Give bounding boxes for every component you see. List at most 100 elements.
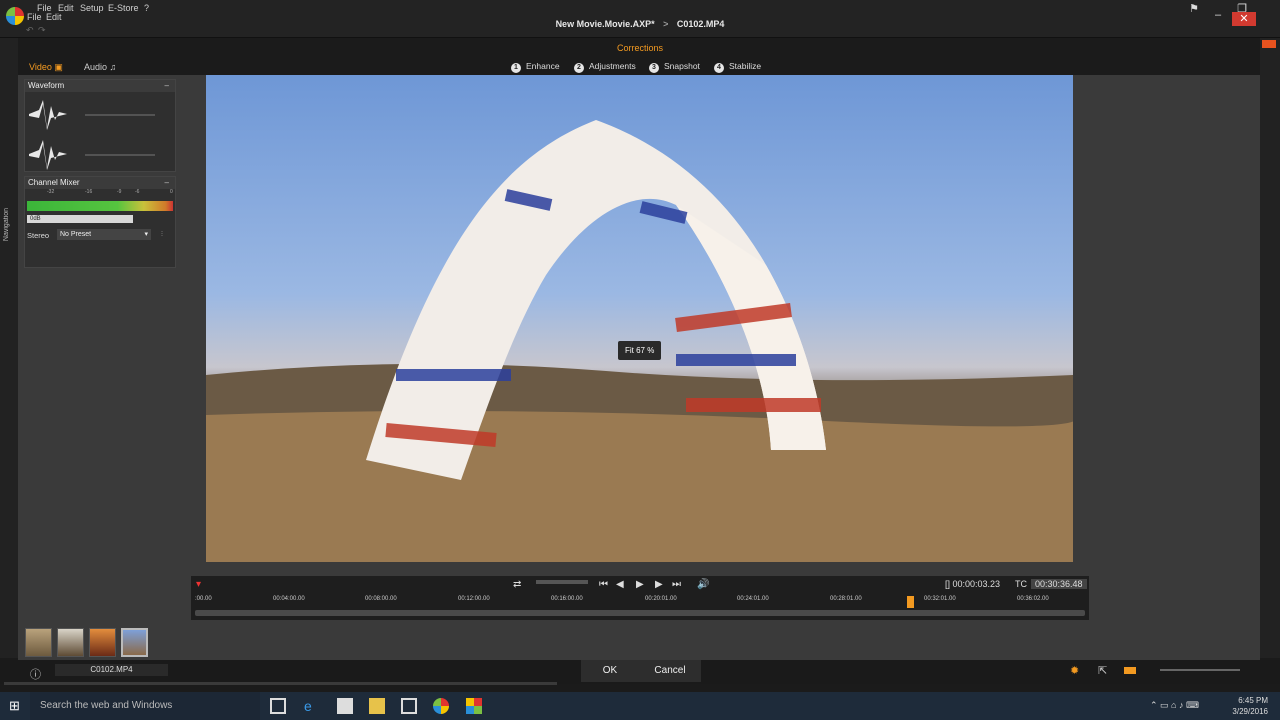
media-icon[interactable] xyxy=(401,698,417,714)
preset-dropdown[interactable]: No Preset ▾ xyxy=(57,229,151,240)
layout-icon[interactable] xyxy=(1124,667,1136,674)
clock-date: 3/29/2016 xyxy=(1232,707,1268,716)
timeline-scrubber[interactable] xyxy=(195,610,1085,616)
step-label: Adjustments xyxy=(589,61,636,71)
title-bar: File Edit Setup E-Store ? File Edit ↶ ↷ … xyxy=(0,0,1280,38)
folder-icon[interactable] xyxy=(369,698,385,714)
thumbnail-selected[interactable] xyxy=(121,628,148,657)
cancel-button[interactable]: Cancel xyxy=(639,660,701,682)
zoom-badge[interactable]: Fit 67 % xyxy=(618,341,662,360)
close-button[interactable]: ✕ xyxy=(1232,12,1256,26)
stereo-label: Stereo xyxy=(27,231,50,240)
thumbnail[interactable] xyxy=(57,628,84,657)
music-note-icon: ♫ xyxy=(109,62,117,72)
video-preview[interactable] xyxy=(206,75,1073,562)
clock[interactable]: 6:45 PM 3/29/2016 xyxy=(1232,695,1268,717)
transport-bar: ▾ ⇄ ⏮ ◀ ▶ ▶ ⏭ 🔊 [] 00:00:03.23 TC 00:30:… xyxy=(190,575,1090,621)
panel-icon[interactable] xyxy=(1262,40,1276,48)
settings-sun-icon[interactable]: ✹ xyxy=(1070,664,1079,677)
time-tick: 00:16:00.00 xyxy=(551,596,583,602)
title-separator: > xyxy=(663,19,669,29)
channel-mixer-title: Channel Mixer xyxy=(28,178,80,187)
step-label: Snapshot xyxy=(664,61,700,71)
playhead[interactable] xyxy=(907,596,914,608)
step-enhance[interactable]: 1 Enhance xyxy=(511,61,560,73)
taskbar: ⊞ Search the web and Windows e ⌃ ▭ ⌂ ♪ ⌨… xyxy=(0,692,1280,720)
right-strip xyxy=(1260,38,1280,658)
chevron-down-icon: ▾ xyxy=(144,231,148,238)
time-tick: 00:36:02.00 xyxy=(1017,596,1049,602)
menu-setup[interactable]: Setup xyxy=(80,3,104,13)
volume-icon[interactable]: 🔊 xyxy=(697,579,709,590)
step-forward-icon[interactable]: ▶ xyxy=(655,579,663,590)
go-end-icon[interactable]: ⏭ xyxy=(672,579,681,590)
step-label: Stabilize xyxy=(729,61,762,71)
tab-audio[interactable]: Audio ♫ xyxy=(84,62,116,72)
time-tick: 00:32:01.00 xyxy=(924,596,956,602)
go-start-icon[interactable]: ⏮ xyxy=(599,579,608,590)
marker-icon[interactable]: ▾ xyxy=(196,579,201,590)
corrections-title: Corrections xyxy=(616,43,663,53)
step-back-icon[interactable]: ◀ xyxy=(616,579,624,590)
info-icon[interactable]: ⓘ xyxy=(30,666,41,682)
time-tick: 00:24:01.00 xyxy=(737,596,769,602)
step-adjustments[interactable]: 2 Adjustments xyxy=(574,61,636,73)
filmstrip xyxy=(22,628,162,658)
channel-mixer-header: Channel Mixer – xyxy=(25,177,175,189)
waveform-title: Waveform xyxy=(28,81,65,90)
step-snapshot[interactable]: 3 Snapshot xyxy=(649,61,700,73)
collapse-icon[interactable]: – xyxy=(165,177,169,189)
collapse-icon[interactable]: – xyxy=(165,80,169,92)
step-number: 3 xyxy=(649,63,659,73)
gain-slider[interactable]: 0dB xyxy=(27,215,133,223)
step-label: Enhance xyxy=(526,61,560,71)
scale-label: 0 xyxy=(170,189,173,195)
zoom-slider[interactable] xyxy=(1160,669,1240,671)
step-stabilize[interactable]: 4 Stabilize xyxy=(714,61,761,73)
step-number: 2 xyxy=(574,63,584,73)
tab-audio-label: Audio xyxy=(84,62,108,72)
loop-icon[interactable]: ⇄ xyxy=(513,579,521,590)
level-meter xyxy=(27,201,173,211)
clock-time: 6:45 PM xyxy=(1238,696,1268,705)
task-view-icon[interactable] xyxy=(270,698,286,714)
window-title: New Movie.Movie.AXP* > C0102.MP4 xyxy=(0,19,1280,29)
thumbnail[interactable] xyxy=(89,628,116,657)
time-tick: 00:08:00.00 xyxy=(365,596,397,602)
tab-video[interactable]: Video ▣ xyxy=(29,62,63,73)
export-icon[interactable]: ⇱ xyxy=(1098,664,1107,677)
preview-image xyxy=(206,120,1073,562)
time-tick: 00:20:01.00 xyxy=(645,596,677,602)
time-tick: 00:28:01.00 xyxy=(830,596,862,602)
scale-label: -9 xyxy=(117,189,122,195)
minimize-button[interactable]: – xyxy=(1206,8,1230,22)
scale-label: -6 xyxy=(135,189,140,195)
channel-mixer-panel: Channel Mixer – -32 -16 -9 -6 0 0dB Stere… xyxy=(24,176,176,268)
windows-app-icon[interactable] xyxy=(466,698,482,714)
menu-estore[interactable]: E-Store xyxy=(108,3,139,13)
ok-button[interactable]: OK xyxy=(581,660,639,682)
mixer-settings-icon[interactable]: ⫶ xyxy=(161,229,163,239)
navigation-label[interactable]: Navigation xyxy=(3,208,10,241)
side-strip: Navigation xyxy=(0,38,18,658)
store-icon[interactable] xyxy=(337,698,353,714)
taskbar-search[interactable]: Search the web and Windows xyxy=(30,692,260,720)
windows-start-icon[interactable]: ⊞ xyxy=(9,698,20,714)
edge-icon[interactable]: e xyxy=(304,698,320,714)
timecode-display[interactable]: 00:30:36.48 xyxy=(1031,579,1087,589)
waveform-header: Waveform – xyxy=(25,80,175,92)
pinnacle-icon[interactable] xyxy=(433,698,449,714)
scale-label: -32 xyxy=(47,189,55,195)
tc-label: TC xyxy=(1015,579,1027,589)
stereo-row: Stereo No Preset ▾ ⫶ xyxy=(25,229,175,243)
shuttle-slider[interactable] xyxy=(536,580,588,584)
help-icon[interactable]: ? xyxy=(144,3,149,13)
cart-icon[interactable]: ⚑ xyxy=(1182,2,1206,16)
mixer-scale: -32 -16 -9 -6 0 xyxy=(25,189,175,199)
thumbnail[interactable] xyxy=(25,628,52,657)
play-icon[interactable]: ▶ xyxy=(636,579,644,590)
video-camera-icon: ▣ xyxy=(54,62,63,72)
preset-value: No Preset xyxy=(60,231,92,238)
progress-track xyxy=(4,682,557,685)
tray-icons[interactable]: ⌃ ▭ ⌂ ♪ ⌨ xyxy=(1150,700,1199,711)
